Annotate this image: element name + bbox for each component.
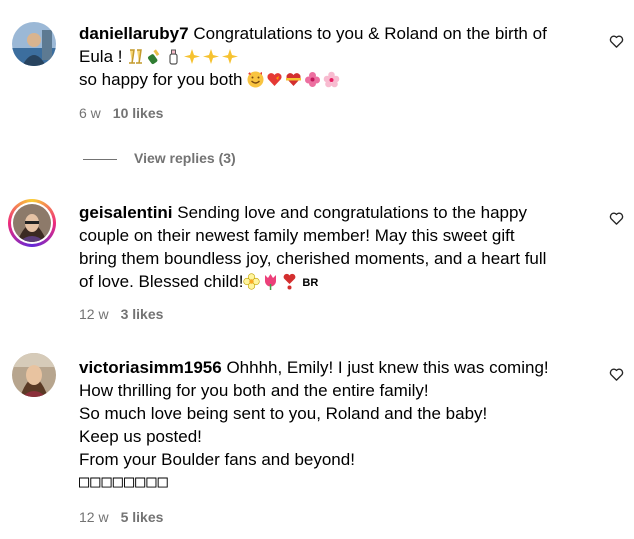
comment-text-line: of love. Blessed child! xyxy=(79,272,244,291)
comment-text-line: From your Boulder fans and beyond! xyxy=(79,450,355,469)
heart-exclamation-icon xyxy=(281,273,298,290)
clinking-glasses-icon xyxy=(127,48,144,65)
comment-likes[interactable]: 5 likes xyxy=(121,509,164,525)
comment-text-line: Eula ! xyxy=(79,47,123,66)
comment-text-line: So much love being sent to you, Roland a… xyxy=(79,404,488,423)
comment-text-line: Keep us posted! xyxy=(79,427,202,446)
comment-username[interactable]: geisalentini xyxy=(79,203,173,222)
like-heart-icon[interactable] xyxy=(609,367,624,382)
red-heart-ribbon-icon xyxy=(285,71,302,88)
comment-meta: 12 w 3 likes xyxy=(79,306,163,322)
avatar[interactable] xyxy=(8,199,56,247)
comment-text-line: Sending love and congratulations to the … xyxy=(177,203,527,222)
comment-username[interactable]: daniellaruby7 xyxy=(79,24,189,43)
hibiscus-icon xyxy=(304,71,321,88)
sparkles-icon xyxy=(184,48,201,65)
blossom-icon xyxy=(243,273,261,290)
cherry-blossom-icon xyxy=(323,71,340,88)
baby-bottle-icon xyxy=(165,48,182,65)
avatar[interactable] xyxy=(12,22,56,66)
comment-likes[interactable]: 3 likes xyxy=(121,306,164,322)
champagne-bottle-icon xyxy=(146,48,163,65)
replies-divider xyxy=(83,158,117,160)
heart-on-fire-icon xyxy=(266,71,283,88)
like-heart-icon[interactable] xyxy=(609,34,624,49)
tulip-icon xyxy=(262,273,279,290)
view-replies-button[interactable]: View replies (3) xyxy=(83,150,236,168)
avatar[interactable] xyxy=(12,353,56,397)
comment-text-line: Congratulations to you & Roland on the b… xyxy=(193,24,547,43)
country-tag: BR xyxy=(302,277,319,289)
comment-likes[interactable]: 10 likes xyxy=(113,105,164,121)
smiling-hearts-face-icon xyxy=(247,71,264,88)
comment-username[interactable]: victoriasimm1956 xyxy=(79,358,222,377)
comment-time: 12 w xyxy=(79,306,109,322)
comment-text-line: □□□□□□□□ xyxy=(79,472,169,492)
like-heart-icon[interactable] xyxy=(609,211,624,226)
view-replies-label: View replies (3) xyxy=(134,150,236,166)
comment-meta: 6 w 10 likes xyxy=(79,105,163,121)
comment-time: 6 w xyxy=(79,105,101,121)
sparkles-icon xyxy=(203,48,220,65)
comment-text-line: so happy for you both xyxy=(79,70,243,89)
comment-text-line: Ohhhh, Emily! I just knew this was comin… xyxy=(226,358,549,377)
comment-text-line: How thrilling for you both and the entir… xyxy=(79,381,429,400)
sparkles-icon xyxy=(222,48,239,65)
comment-text-line: couple on their newest family member! Ma… xyxy=(79,226,515,245)
comment-text-line: bring them boundless joy, cherished mome… xyxy=(79,249,547,268)
comment-meta: 12 w 5 likes xyxy=(79,509,163,525)
comment-time: 12 w xyxy=(79,509,109,525)
